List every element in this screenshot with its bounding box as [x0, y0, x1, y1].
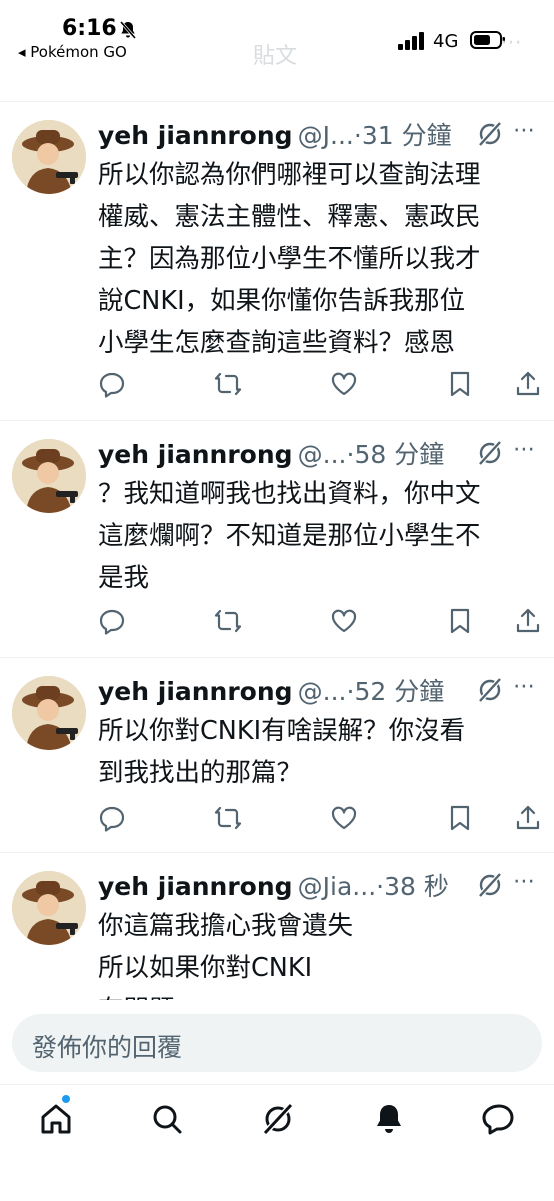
- share-icon[interactable]: [514, 607, 542, 635]
- reply-icon[interactable]: [98, 804, 126, 832]
- tweet-text: 所以你對CNKI有啥誤解？你沒看 到我找出的那篇？: [98, 716, 466, 788]
- more-icon-faint: ⋯: [500, 30, 523, 55]
- grok-icon[interactable]: [476, 120, 504, 148]
- tweet-text: ？我知道啊我也找出資料，你中文 這麼爛啊？不知道是那位小學生不 是我: [98, 479, 481, 593]
- display-name[interactable]: yeh jiannrong: [98, 440, 293, 469]
- like-icon[interactable]: [330, 607, 358, 635]
- bottom-nav: [0, 1084, 554, 1201]
- reply-icon[interactable]: [98, 370, 126, 398]
- clock: 6:16: [62, 16, 117, 41]
- tweet[interactable]: yeh jiannrong @...·58 分鐘 ⋯ ？我知道啊我也找出資料，你…: [0, 421, 554, 658]
- user-handle[interactable]: @J...: [298, 121, 354, 150]
- timestamp[interactable]: ·31 分鐘: [354, 121, 452, 150]
- share-icon[interactable]: [514, 370, 542, 398]
- home-icon[interactable]: [38, 1101, 74, 1137]
- grok-icon[interactable]: [476, 871, 504, 899]
- retweet-icon[interactable]: [214, 370, 242, 398]
- retweet-icon[interactable]: [214, 804, 242, 832]
- user-handle[interactable]: @...: [298, 677, 347, 706]
- user-handle[interactable]: @Jia...: [298, 872, 376, 901]
- reply-placeholder: 發佈你的回覆: [32, 1033, 183, 1062]
- timestamp[interactable]: ·38 秒: [376, 872, 449, 901]
- avatar-image: [12, 871, 86, 945]
- tweet-actions: [98, 370, 540, 400]
- page-title: 貼文: [253, 44, 298, 69]
- like-icon[interactable]: [330, 370, 358, 398]
- display-name[interactable]: yeh jiannrong: [98, 872, 293, 901]
- avatar-image: [12, 676, 86, 750]
- back-to-app-link[interactable]: ◂ Pokémon GO: [18, 43, 127, 61]
- messages-icon[interactable]: [481, 1101, 517, 1137]
- more-icon[interactable]: ⋯: [513, 118, 536, 143]
- avatar[interactable]: [12, 120, 86, 194]
- reply-input[interactable]: 發佈你的回覆: [12, 1014, 542, 1072]
- tweet-text: 你這篇我擔心我會遺失 所以如果你對CNKI 有問題: [98, 911, 354, 1000]
- status-bar: 6:16 ◂ Pokémon GO 貼文 4G ⋯: [0, 0, 554, 100]
- more-icon[interactable]: ⋯: [513, 869, 536, 894]
- avatar-image: [12, 439, 86, 513]
- tweet[interactable]: yeh jiannrong @...·52 分鐘 ⋯ 所以你對CNKI有啥誤解？…: [0, 658, 554, 853]
- bookmark-icon[interactable]: [446, 607, 474, 635]
- tweet[interactable]: yeh jiannrong @J...·31 分鐘 ⋯ 所以你認為你們哪裡可以查…: [0, 102, 554, 421]
- tweet-actions: [98, 607, 540, 637]
- avatar-image: [12, 120, 86, 194]
- user-handle[interactable]: @...: [298, 440, 347, 469]
- avatar[interactable]: [12, 676, 86, 750]
- retweet-icon[interactable]: [214, 607, 242, 635]
- like-icon[interactable]: [330, 804, 358, 832]
- tweet-actions: [98, 804, 540, 834]
- avatar[interactable]: [12, 871, 86, 945]
- bookmark-icon[interactable]: [446, 370, 474, 398]
- timestamp[interactable]: ·58 分鐘: [347, 440, 445, 469]
- more-icon[interactable]: ⋯: [513, 674, 536, 699]
- share-icon[interactable]: [514, 804, 542, 832]
- bookmark-icon[interactable]: [446, 804, 474, 832]
- tweet[interactable]: yeh jiannrong @Jia...·38 秒 ⋯ 你這篇我擔心我會遺失 …: [0, 853, 554, 1000]
- avatar[interactable]: [12, 439, 86, 513]
- silent-bell-icon: [119, 21, 137, 39]
- reply-icon[interactable]: [98, 607, 126, 635]
- display-name[interactable]: yeh jiannrong: [98, 121, 293, 150]
- network-label: 4G: [433, 31, 459, 52]
- more-icon[interactable]: ⋯: [513, 437, 536, 462]
- search-icon[interactable]: [149, 1101, 185, 1137]
- notifications-icon[interactable]: [371, 1101, 407, 1137]
- grok-icon[interactable]: [476, 676, 504, 704]
- grok-icon[interactable]: [260, 1101, 296, 1137]
- display-name[interactable]: yeh jiannrong: [98, 677, 293, 706]
- home-notification-dot: [62, 1095, 70, 1103]
- timestamp[interactable]: ·52 分鐘: [347, 677, 445, 706]
- signal-icon: [398, 32, 424, 50]
- grok-icon[interactable]: [476, 439, 504, 467]
- tweet-text: 所以你認為你們哪裡可以查詢法理 權威、憲法主體性、釋憲、憲政民 主？因為那位小學…: [98, 160, 481, 358]
